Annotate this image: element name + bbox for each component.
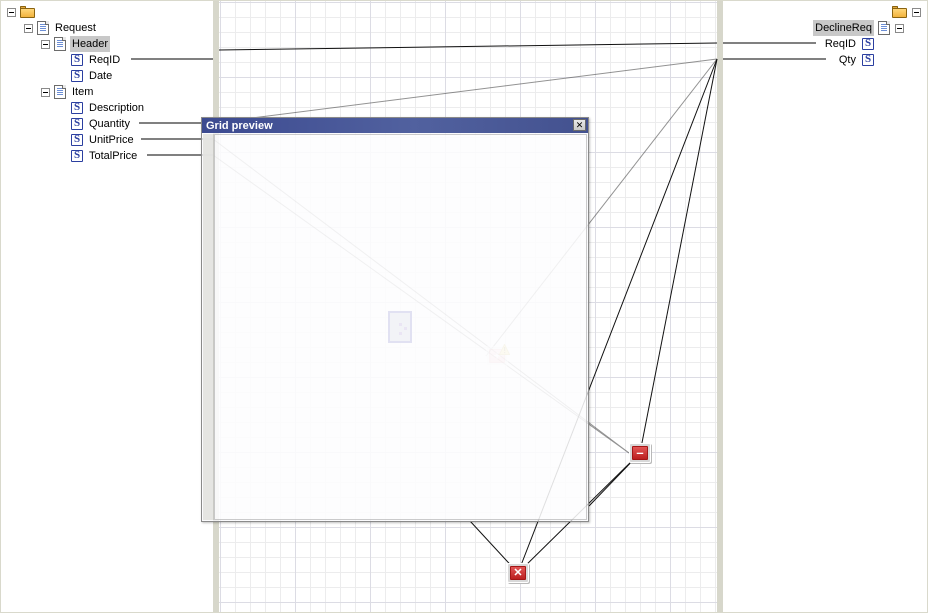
source_tree-item[interactable]: Header xyxy=(1,36,213,52)
source-tree[interactable]: Request Header S ReqID S Date Item S Description… xyxy=(1,1,213,164)
source_tree-item-label: Date xyxy=(89,70,113,82)
source_tree-item[interactable]: S Description xyxy=(1,100,213,116)
folder-icon xyxy=(20,6,35,18)
subtract-operator-node[interactable]: – xyxy=(629,443,651,463)
close-icon[interactable]: ✕ xyxy=(573,119,586,131)
target-tree[interactable]: DeclineReq ReqID S Qty S xyxy=(723,1,927,68)
source_tree-item[interactable]: Request xyxy=(1,20,213,36)
target_tree-item[interactable] xyxy=(723,4,927,20)
simple-type-icon: S xyxy=(71,53,83,66)
application-window: Request Header S ReqID S Date Item S Description… xyxy=(0,0,928,613)
simple-type-icon: S xyxy=(862,37,874,50)
grid-preview-title: Grid preview xyxy=(206,119,273,132)
source_tree-item[interactable]: S TotalPrice xyxy=(1,148,213,164)
source_tree-item-label: UnitPrice xyxy=(89,134,134,146)
source_tree-item-label: Item xyxy=(72,86,94,98)
simple-type-icon: S xyxy=(71,117,83,130)
target_tree-item[interactable]: Qty S xyxy=(723,52,927,68)
simple-type-icon: S xyxy=(862,53,874,66)
grid-preview-body xyxy=(203,134,587,520)
target_tree-item-label: ReqID xyxy=(824,38,856,50)
simple-type-icon: S xyxy=(71,133,83,146)
source_tree-item[interactable]: S UnitPrice xyxy=(1,132,213,148)
target_tree-item-label: DeclineReq xyxy=(813,20,874,36)
multiply-operator-label: ✕ xyxy=(513,567,523,579)
grid-preview-scrollbar[interactable] xyxy=(203,134,214,520)
target_tree-item[interactable]: DeclineReq xyxy=(723,20,927,36)
grid-preview-dialog[interactable]: Grid preview ✕ xyxy=(201,117,589,522)
element-icon xyxy=(54,85,66,99)
source_tree-item-label: Quantity xyxy=(89,118,130,130)
simple-type-icon: S xyxy=(71,101,83,114)
collapse-toggle[interactable] xyxy=(41,39,50,49)
element-icon xyxy=(37,21,49,35)
simple-type-icon: S xyxy=(71,69,83,82)
source-panel: Request Header S ReqID S Date Item S Description… xyxy=(1,1,213,612)
collapse-toggle[interactable] xyxy=(895,23,904,33)
source_tree-item[interactable]: S Date xyxy=(1,68,213,84)
element-icon xyxy=(54,37,66,51)
source_tree-item[interactable]: Item xyxy=(1,84,213,100)
source_tree-item-label: Description xyxy=(89,102,145,114)
target_tree-item[interactable]: ReqID S xyxy=(723,36,927,52)
source_tree-item[interactable] xyxy=(1,4,213,20)
collapse-toggle[interactable] xyxy=(41,87,50,97)
grid-preview-inner-edge xyxy=(214,134,587,520)
source_tree-item[interactable]: S Quantity xyxy=(1,116,213,132)
subtract-operator-label: – xyxy=(636,445,644,460)
multiply-operator-node[interactable]: ✕ xyxy=(507,563,529,583)
source_tree-item-label: Request xyxy=(55,22,96,34)
collapse-toggle[interactable] xyxy=(7,7,16,17)
collapse-toggle[interactable] xyxy=(912,7,921,17)
target-panel: DeclineReq ReqID S Qty S xyxy=(723,1,927,612)
collapse-toggle[interactable] xyxy=(24,23,33,33)
folder-icon xyxy=(892,6,907,18)
source_tree-item-label: TotalPrice xyxy=(89,150,138,162)
target_tree-item-label: Qty xyxy=(838,54,856,66)
source_tree-item[interactable]: S ReqID xyxy=(1,52,213,68)
grid-preview-titlebar[interactable]: Grid preview ✕ xyxy=(202,118,588,133)
source_tree-item-label: Header xyxy=(70,36,111,52)
simple-type-icon: S xyxy=(71,149,83,162)
source_tree-item-label: ReqID xyxy=(89,54,121,66)
element-icon xyxy=(878,21,890,35)
